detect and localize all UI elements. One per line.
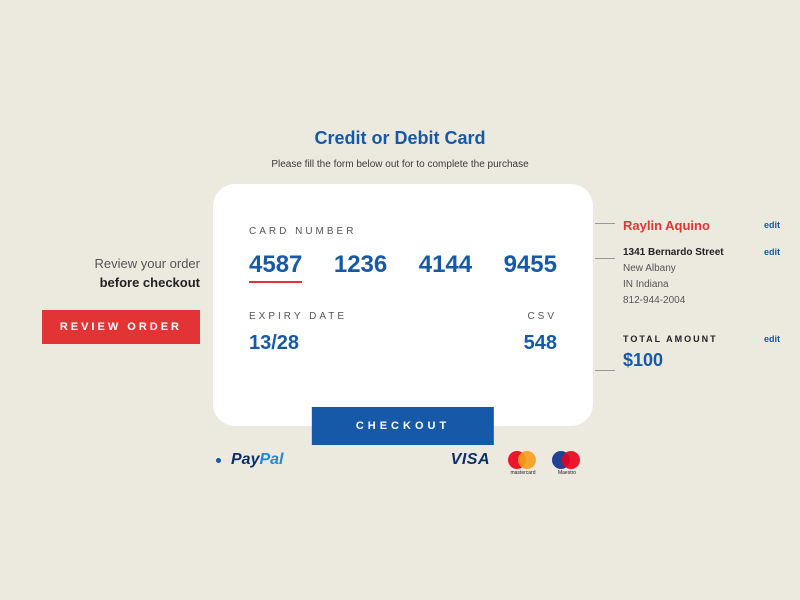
card-number-input[interactable]: 4587 1236 4144 9455 [249,251,557,283]
paypal-logo-part2: Pal [259,451,283,468]
address-phone: 812-944-2004 [623,295,788,306]
edit-address-link[interactable]: edit [764,247,780,257]
paypal-option[interactable]: PayPal [231,451,283,469]
mastercard-logo: mastercard [508,450,538,470]
csv-label: CSV [524,311,557,322]
card-number-group-3[interactable]: 4144 [419,251,472,283]
csv-input[interactable]: 548 [524,332,557,355]
card-number-group-2[interactable]: 1236 [334,251,387,283]
review-order-button[interactable]: REVIEW ORDER [42,310,200,344]
paypal-logo-part1: Pay [231,451,259,468]
edit-name-link[interactable]: edit [764,220,780,230]
review-text-1: Review your order [30,256,200,271]
page-title: Credit or Debit Card [0,128,800,149]
radio-selected-icon[interactable] [216,458,221,463]
expiry-input[interactable]: 13/28 [249,332,347,355]
total-amount-value: $100 [623,350,788,371]
page-subtitle: Please fill the form below out for to co… [0,159,800,170]
card-number-group-4[interactable]: 9455 [504,251,557,283]
checkout-button[interactable]: CHECKOUT [312,407,494,445]
card-panel: CARD NUMBER 4587 1236 4144 9455 EXPIRY D… [213,184,593,426]
maestro-logo: Maestro [552,450,582,470]
leader-line [595,258,615,259]
leader-line [595,223,615,224]
address-city: New Albany [623,263,788,274]
leader-line [595,370,615,371]
visa-logo: VISA [451,451,490,469]
card-number-label: CARD NUMBER [249,226,557,237]
edit-amount-link[interactable]: edit [764,334,780,344]
card-number-group-1[interactable]: 4587 [249,251,302,283]
expiry-label: EXPIRY DATE [249,311,347,322]
review-text-2: before checkout [30,275,200,290]
address-state: IN Indiana [623,279,788,290]
